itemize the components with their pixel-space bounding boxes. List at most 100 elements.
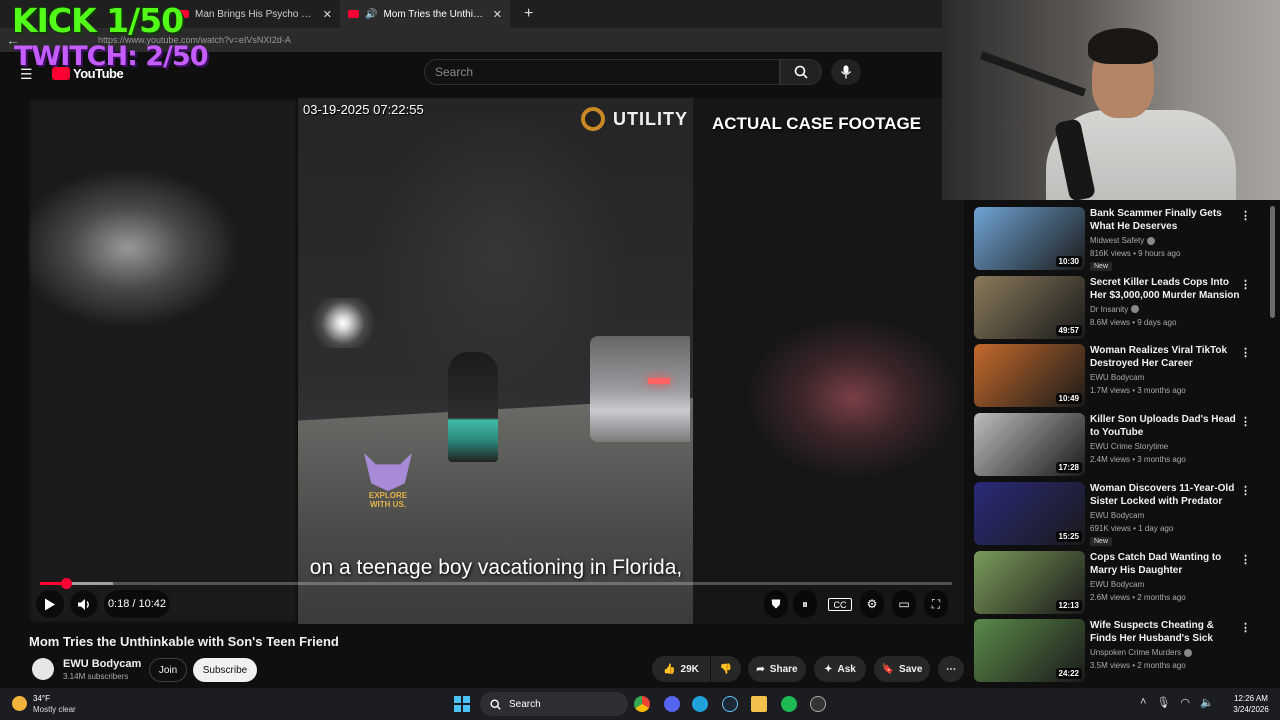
browser-tab-2[interactable]: Man Brings His Psycho Girlfriend ✕ bbox=[170, 0, 340, 28]
video-thumbnail[interactable]: 17:28 bbox=[974, 413, 1085, 477]
like-button[interactable]: 👍 29K bbox=[652, 656, 710, 682]
recommended-channel[interactable]: EWU Bodycam bbox=[1090, 373, 1144, 382]
settings-gear-icon[interactable]: ⚙ bbox=[860, 590, 884, 618]
tab-label: Mom Tries the Unthinkable w bbox=[383, 8, 486, 20]
video-thumbnail[interactable]: 24:22 bbox=[974, 619, 1085, 683]
channel-avatar[interactable] bbox=[32, 658, 54, 680]
recommended-channel[interactable]: EWU Bodycam bbox=[1090, 511, 1144, 520]
video-frame: EXPLORE WITH US. bbox=[298, 98, 693, 624]
obs-icon[interactable] bbox=[810, 696, 826, 712]
clock[interactable]: 12:26 AM 3/24/2026 bbox=[1230, 693, 1272, 715]
streamer-webcam bbox=[942, 0, 1280, 200]
recommended-video[interactable]: 17:28 Killer Son Uploads Dad's Head to Yo… bbox=[974, 413, 1270, 477]
duration-badge: 15:25 bbox=[1055, 530, 1082, 542]
like-count: 29K bbox=[680, 663, 699, 675]
subscribe-button[interactable]: Subscribe bbox=[193, 658, 257, 682]
join-button[interactable]: Join bbox=[149, 658, 187, 682]
more-vertical-icon[interactable]: ⋮ bbox=[1240, 415, 1251, 428]
weather-condition: Mostly clear bbox=[33, 705, 76, 714]
recommended-video[interactable]: 10:49 Woman Realizes Viral TikTok Destroy… bbox=[974, 344, 1270, 408]
recommended-channel[interactable]: Midwest Safety bbox=[1090, 236, 1156, 245]
more-vertical-icon[interactable]: ⋮ bbox=[1240, 621, 1251, 634]
file-explorer-icon[interactable] bbox=[751, 696, 767, 712]
scrubber-handle[interactable] bbox=[60, 578, 72, 589]
browser-tab-active[interactable]: 🔊 Mom Tries the Unthinkable w ✕ bbox=[340, 0, 510, 28]
more-vertical-icon[interactable]: ⋮ bbox=[1240, 278, 1251, 291]
clock-time: 12:26 AM bbox=[1234, 694, 1268, 703]
youtube-favicon-icon bbox=[348, 10, 359, 18]
chevron-up-icon[interactable]: ˄ bbox=[1140, 696, 1146, 709]
video-thumbnail[interactable]: 15:25 bbox=[974, 481, 1085, 545]
video-thumbnail[interactable]: 10:49 bbox=[974, 344, 1085, 408]
wifi-icon[interactable]: ◠ bbox=[1180, 696, 1190, 709]
recommended-channel[interactable]: EWU Crime Storytime bbox=[1090, 442, 1168, 451]
headlight-glare bbox=[308, 298, 378, 348]
bookmark-icon: 🔖 bbox=[881, 663, 895, 675]
sparkle-icon: ✦ bbox=[824, 663, 833, 675]
ask-button[interactable]: ✦ Ask bbox=[814, 656, 866, 682]
subtitles-button[interactable]: CC bbox=[828, 598, 852, 611]
save-button[interactable]: 🔖 Save bbox=[874, 656, 930, 682]
spotify-icon[interactable] bbox=[781, 696, 797, 712]
more-vertical-icon[interactable]: ⋮ bbox=[1240, 484, 1251, 497]
more-actions-button[interactable]: ⋯ bbox=[938, 656, 964, 682]
new-tab-button[interactable]: + bbox=[524, 5, 533, 23]
recommended-video[interactable]: 12:13 Cops Catch Dad Wanting to Marry His… bbox=[974, 550, 1270, 615]
share-button[interactable]: ➦ Share bbox=[748, 656, 806, 682]
more-vertical-icon[interactable]: ⋮ bbox=[1240, 346, 1251, 359]
taskbar-search[interactable]: Search bbox=[480, 692, 628, 716]
steam-icon[interactable] bbox=[722, 696, 738, 712]
view-stats: 1.7M views • 3 months ago bbox=[1090, 386, 1186, 396]
recommended-video[interactable]: 15:25 Woman Discovers 11-Year-Old Sister … bbox=[974, 481, 1270, 546]
video-thumbnail[interactable]: 12:13 bbox=[974, 550, 1085, 614]
dislike-button[interactable]: 👎 bbox=[711, 656, 741, 682]
more-vertical-icon[interactable]: ⋮ bbox=[1240, 553, 1251, 566]
recommended-video[interactable]: 10:30 Bank Scammer Finally Gets What He D… bbox=[974, 207, 1270, 271]
search-button[interactable] bbox=[780, 59, 822, 85]
volume-tray-icon[interactable]: 🔈 bbox=[1200, 696, 1214, 709]
recommended-channel[interactable]: Unspoken Crime Murders bbox=[1090, 648, 1193, 657]
recommended-video[interactable]: 49:57 Secret Killer Leads Cops Into Her $… bbox=[974, 275, 1270, 340]
view-stats: 3.5M views • 2 months ago bbox=[1090, 661, 1186, 671]
recommended-channel[interactable]: Dr Insanity bbox=[1090, 305, 1140, 314]
voice-search-button[interactable] bbox=[831, 59, 861, 85]
miniplayer-icon[interactable]: ▭ bbox=[892, 590, 916, 618]
recommended-title[interactable]: Woman Realizes Viral TikTok Destroyed He… bbox=[1090, 344, 1240, 370]
progress-bar[interactable] bbox=[40, 578, 952, 589]
video-thumbnail[interactable]: 10:30 bbox=[974, 207, 1085, 270]
utility-watermark: UTILITY bbox=[581, 107, 688, 131]
moon-weather-icon bbox=[12, 696, 27, 711]
fullscreen-icon[interactable]: ⛶ bbox=[924, 590, 948, 618]
recommended-title[interactable]: Woman Discovers 11-Year-Old Sister Locke… bbox=[1090, 482, 1240, 508]
microphone-tray-icon[interactable]: 🎙 bbox=[1156, 696, 1170, 709]
recommended-channel[interactable]: EWU Bodycam bbox=[1090, 580, 1144, 589]
windows-start-icon[interactable] bbox=[454, 696, 470, 712]
recommended-title[interactable]: Secret Killer Leads Cops Into Her $3,000… bbox=[1090, 276, 1240, 302]
video-player[interactable]: EXPLORE WITH US. 03-19-2025 07:22:55 UTI… bbox=[28, 98, 964, 624]
channel-name[interactable]: EWU Bodycam bbox=[63, 658, 141, 670]
recommended-title[interactable]: Bank Scammer Finally Gets What He Deserv… bbox=[1090, 207, 1240, 233]
discord-icon[interactable] bbox=[664, 696, 680, 712]
recommended-title[interactable]: Wife Suspects Cheating & Finds Her Husba… bbox=[1090, 619, 1240, 646]
mic-arm bbox=[979, 51, 1087, 97]
badge-text: EXPLORE WITH US. bbox=[368, 491, 408, 509]
close-tab-icon[interactable]: ✕ bbox=[493, 8, 502, 21]
play-icon bbox=[45, 598, 55, 610]
close-tab-icon[interactable]: ✕ bbox=[323, 8, 332, 21]
search-input[interactable]: Search bbox=[424, 59, 780, 85]
sponsorblock-icon[interactable]: ⛊ bbox=[764, 590, 788, 618]
chrome-icon[interactable] bbox=[634, 696, 650, 712]
save-label: Save bbox=[899, 663, 923, 675]
recommended-video[interactable]: 24:22 Wife Suspects Cheating & Finds Her … bbox=[974, 619, 1270, 683]
more-vertical-icon[interactable]: ⋮ bbox=[1240, 209, 1251, 222]
play-button[interactable] bbox=[36, 590, 64, 618]
video-thumbnail[interactable]: 49:57 bbox=[974, 275, 1085, 339]
person-figure bbox=[448, 352, 498, 462]
recommended-title[interactable]: Cops Catch Dad Wanting to Marry His Daug… bbox=[1090, 551, 1240, 577]
autoplay-toggle[interactable]: ⏸ bbox=[793, 590, 817, 618]
recommended-title[interactable]: Killer Son Uploads Dad's Head to YouTube bbox=[1090, 413, 1240, 439]
channel-label: Midwest Safety bbox=[1090, 236, 1145, 245]
volume-button[interactable] bbox=[70, 590, 98, 618]
scrollbar[interactable] bbox=[1270, 206, 1275, 318]
edge-icon[interactable] bbox=[692, 696, 708, 712]
